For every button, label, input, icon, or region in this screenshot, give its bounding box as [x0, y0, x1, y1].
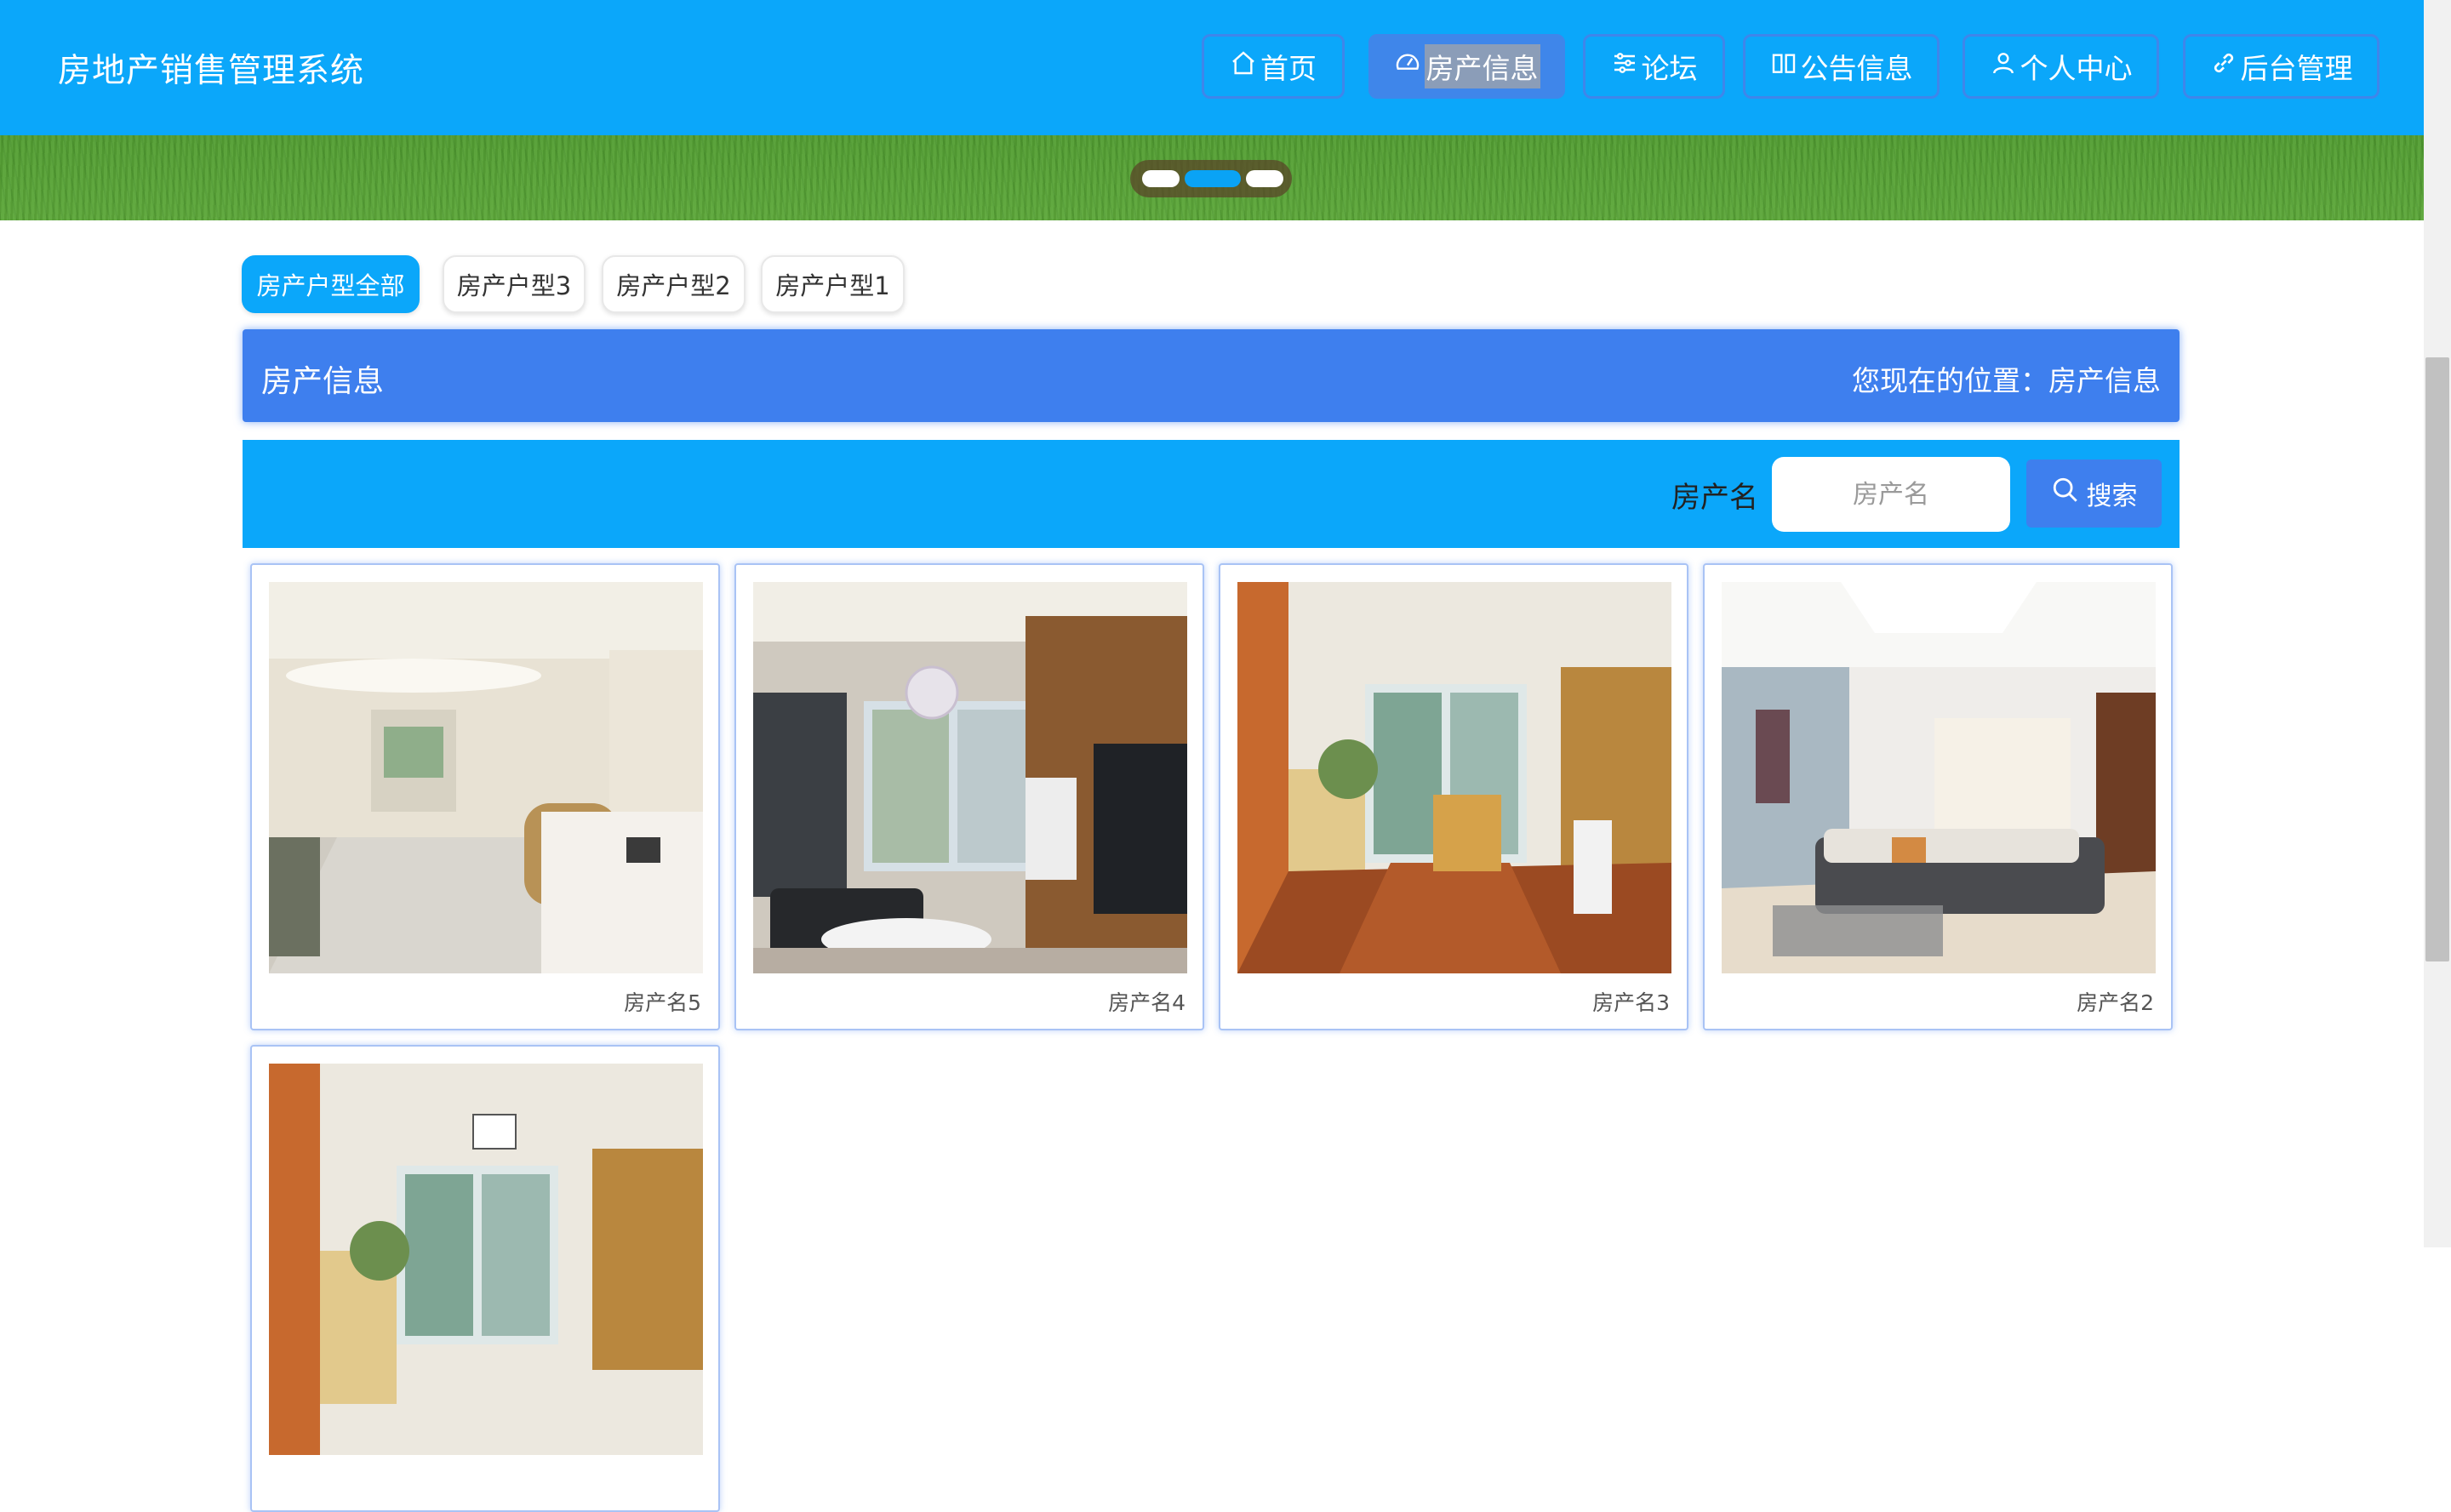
listing-card[interactable]: [250, 1045, 720, 1512]
carousel-dot-2[interactable]: [1185, 170, 1241, 187]
home-icon: [1230, 49, 1257, 83]
search-icon: [2051, 476, 2080, 511]
nav-property-info-label: 房产信息: [1424, 44, 1540, 88]
listing-card[interactable]: 房产名2: [1703, 563, 2173, 1030]
search-button[interactable]: 搜索: [2026, 459, 2162, 528]
nav-home[interactable]: 首页: [1202, 34, 1345, 99]
listing-name[interactable]: 房产名2: [2077, 986, 2154, 1017]
nav-forum[interactable]: 论坛: [1583, 34, 1725, 99]
search-bar: 房产名 搜索: [243, 440, 2180, 548]
scrollbar-thumb[interactable]: [2425, 357, 2449, 961]
listing-card[interactable]: 房产名3: [1219, 563, 1688, 1030]
nav-property-info[interactable]: 房产信息: [1368, 34, 1565, 99]
nav-personal-center[interactable]: 个人中心: [1963, 34, 2159, 99]
listing-card[interactable]: 房产名4: [734, 563, 1204, 1030]
carousel-dot-1[interactable]: [1142, 170, 1180, 187]
living-room-image: [753, 582, 1187, 973]
listing-photo[interactable]: [269, 582, 703, 973]
listing-photo[interactable]: [1722, 582, 2156, 973]
search-label: 房产名: [1671, 481, 1758, 515]
living-room-image: [1722, 582, 2156, 973]
living-room-image: [269, 582, 703, 973]
section-title: 房产信息: [261, 364, 385, 399]
gauge-icon: [1394, 49, 1421, 83]
sliders-icon: [1611, 49, 1638, 83]
nav-admin[interactable]: 后台管理: [2183, 34, 2380, 99]
category-tab-all[interactable]: 房产户型全部: [242, 255, 420, 313]
section-title-bar: 房产信息 您现在的位置：房产信息: [243, 329, 2180, 422]
nav-home-label: 首页: [1260, 52, 1317, 85]
listing-name[interactable]: 房产名4: [1108, 986, 1186, 1017]
top-header: 房地产销售管理系统 首页 房产信息 论坛 公告信息 个人中心 后台管理: [0, 0, 2424, 135]
category-tab-type2[interactable]: 房产户型2: [602, 255, 746, 313]
site-title: 房地产销售管理系统: [58, 52, 365, 90]
search-button-label: 搜索: [2086, 482, 2138, 511]
category-tab-type1[interactable]: 房产户型1: [761, 255, 905, 313]
listing-name[interactable]: 房产名3: [1592, 986, 1670, 1017]
listing-photo[interactable]: [753, 582, 1187, 973]
link-icon: [2210, 49, 2237, 83]
listing-name[interactable]: 房产名5: [624, 986, 701, 1017]
breadcrumb: 您现在的位置：房产信息: [1852, 364, 2161, 397]
carousel-dot-3[interactable]: [1246, 170, 1283, 187]
listing-photo[interactable]: [1237, 582, 1671, 973]
nav-announcements[interactable]: 公告信息: [1743, 34, 1940, 99]
search-input[interactable]: [1772, 457, 2010, 532]
nav-personal-center-label: 个人中心: [2020, 52, 2133, 85]
nav-announcements-label: 公告信息: [1800, 52, 1913, 85]
book-icon: [1770, 49, 1797, 83]
user-icon: [1990, 49, 2017, 83]
nav-admin-label: 后台管理: [2240, 52, 2353, 85]
dining-room-image: [1237, 582, 1671, 973]
nav-forum-label: 论坛: [1641, 52, 1698, 85]
carousel-indicators: [1130, 160, 1292, 197]
category-tab-type3[interactable]: 房产户型3: [443, 255, 586, 313]
listing-card[interactable]: 房产名5: [250, 563, 720, 1030]
listing-photo[interactable]: [269, 1064, 703, 1455]
dining-room-image: [269, 1064, 703, 1455]
